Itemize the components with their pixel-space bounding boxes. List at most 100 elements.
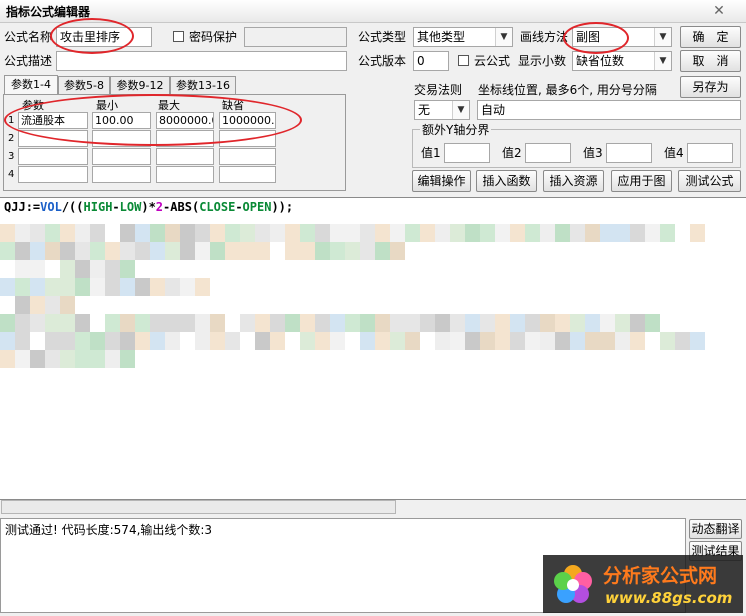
- formula-type-select[interactable]: 其他类型 ▼: [413, 27, 513, 47]
- param-min-input[interactable]: [92, 130, 151, 147]
- formula-desc-label: 公式描述: [4, 54, 53, 68]
- param-default-input[interactable]: [219, 166, 276, 183]
- pixel-block: [195, 314, 210, 332]
- pixel-block: [330, 332, 345, 350]
- param-max-input[interactable]: [156, 166, 214, 183]
- pixel-block: [75, 332, 90, 350]
- param-name-input[interactable]: [18, 130, 88, 147]
- pixel-block: [210, 314, 225, 332]
- cancel-button[interactable]: 取 消: [680, 50, 741, 72]
- pixel-block: [585, 332, 600, 350]
- pixel-block: [180, 242, 195, 260]
- y-value-1-input[interactable]: [444, 143, 490, 163]
- pixel-block: [390, 314, 405, 332]
- formula-version-label: 公式版本: [358, 54, 407, 68]
- pixel-block: [270, 224, 285, 242]
- y-value-3-input[interactable]: [606, 143, 652, 163]
- pixel-block: [585, 224, 600, 242]
- pixel-block: [225, 332, 240, 350]
- pixel-block: [660, 224, 675, 242]
- param-max-input[interactable]: [156, 130, 214, 147]
- horizontal-scrollbar[interactable]: [1, 500, 396, 514]
- pixel-block: [195, 224, 210, 242]
- obscured-code-line: [0, 278, 210, 296]
- draw-method-select[interactable]: 副图 ▼: [572, 27, 672, 47]
- formula-name-input[interactable]: 攻击里排序: [56, 27, 152, 47]
- pixel-block: [105, 224, 120, 242]
- tab-params-1-4[interactable]: 参数1-4: [4, 75, 58, 95]
- code-editor[interactable]: QJJ:=VOL/((HIGH-LOW)*2-ABS(CLOSE-OPEN));: [0, 197, 746, 500]
- param-name-input[interactable]: 流通股本: [18, 112, 88, 129]
- chevron-down-icon: ▼: [495, 28, 512, 46]
- pixel-block: [225, 242, 240, 260]
- draw-method-value: 副图: [576, 30, 601, 44]
- test-formula-button[interactable]: 测试公式: [678, 170, 741, 192]
- pixel-block: [510, 224, 525, 242]
- tab-params-13-16[interactable]: 参数13-16: [170, 76, 236, 94]
- code-token: /((: [61, 200, 84, 214]
- formula-name-label: 公式名称: [4, 30, 53, 44]
- pixel-block: [675, 332, 690, 350]
- pixel-block: [570, 314, 585, 332]
- ok-button[interactable]: 确 定: [680, 26, 741, 48]
- pixel-block: [270, 242, 285, 260]
- pixel-block: [60, 278, 75, 296]
- param-max-input[interactable]: [156, 148, 214, 165]
- param-max-input[interactable]: 8000000.0: [156, 112, 214, 129]
- pixel-block: [540, 332, 555, 350]
- pixel-block: [75, 242, 90, 260]
- pixel-block: [60, 332, 75, 350]
- pixel-block: [450, 314, 465, 332]
- param-default-input[interactable]: [219, 148, 276, 165]
- pixel-block: [75, 350, 90, 368]
- trade-rule-select[interactable]: 无 ▼: [414, 100, 470, 120]
- param-name-input[interactable]: [18, 148, 88, 165]
- pixel-block: [180, 314, 195, 332]
- insert-function-button[interactable]: 插入函数: [476, 170, 537, 192]
- y-value-1-label: 值1: [421, 146, 441, 160]
- param-min-input[interactable]: [92, 148, 151, 165]
- save-as-button[interactable]: 另存为: [680, 76, 741, 98]
- cloud-formula-checkbox[interactable]: [458, 55, 469, 66]
- edit-operation-button[interactable]: 编辑操作: [412, 170, 471, 192]
- password-checkbox[interactable]: [173, 31, 184, 42]
- insert-resource-button[interactable]: 插入资源: [543, 170, 604, 192]
- param-default-input[interactable]: [219, 130, 276, 147]
- pixel-block: [525, 314, 540, 332]
- pixel-block: [255, 332, 270, 350]
- watermark-brand: 分析家公式网: [603, 565, 718, 587]
- decimals-select[interactable]: 缺省位数 ▼: [572, 51, 672, 71]
- formula-desc-input[interactable]: [56, 51, 347, 71]
- dynamic-translate-button[interactable]: 动态翻译: [689, 519, 742, 539]
- pixel-block: [60, 350, 75, 368]
- pixel-block: [90, 314, 105, 332]
- pixel-block: [225, 314, 240, 332]
- pixel-block: [465, 332, 480, 350]
- pixel-block: [0, 278, 15, 296]
- pixel-block: [345, 224, 360, 242]
- pixel-block: [135, 278, 150, 296]
- pixel-block: [180, 332, 195, 350]
- param-min-input[interactable]: 100.00: [92, 112, 151, 129]
- param-name-input[interactable]: [18, 166, 88, 183]
- obscured-code-line: [0, 350, 135, 368]
- param-min-input[interactable]: [92, 166, 151, 183]
- pixel-block: [570, 224, 585, 242]
- code-token: -: [235, 200, 243, 214]
- params-panel: 参数 最小 最大 缺省 1 流通股本 100.00 8000000.0 1000…: [3, 94, 346, 191]
- pixel-block: [300, 224, 315, 242]
- pixel-block: [45, 350, 60, 368]
- code-token: VOL: [40, 200, 62, 214]
- apply-to-chart-button[interactable]: 应用于图: [611, 170, 672, 192]
- close-icon[interactable]: ✕: [710, 2, 728, 20]
- tab-params-9-12[interactable]: 参数9-12: [110, 76, 170, 94]
- formula-version-input[interactable]: 0: [413, 51, 449, 71]
- y-value-4-input[interactable]: [687, 143, 733, 163]
- param-default-input[interactable]: 1000000.0: [219, 112, 276, 129]
- password-input[interactable]: [244, 27, 347, 47]
- coord-line-input[interactable]: 自动: [477, 100, 741, 120]
- pixel-block: [420, 314, 435, 332]
- y-value-2-input[interactable]: [525, 143, 571, 163]
- tab-params-5-8[interactable]: 参数5-8: [58, 76, 110, 94]
- pixel-block: [330, 242, 345, 260]
